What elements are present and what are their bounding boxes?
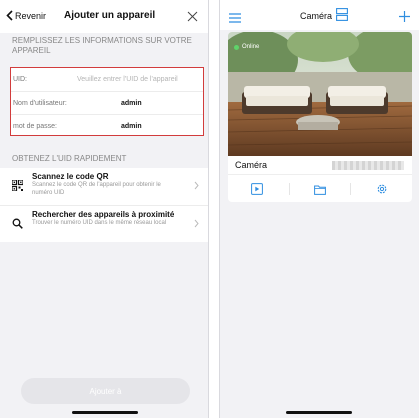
- camera-card[interactable]: Online Caméra: [228, 32, 412, 202]
- add-icon[interactable]: [399, 9, 410, 27]
- nav-bar: Revenir Ajouter un appareil: [0, 0, 208, 33]
- folder-icon[interactable]: [314, 182, 326, 200]
- search-nearby-item[interactable]: Rechercher des appareils à proximité Tro…: [0, 205, 208, 242]
- playback-icon[interactable]: [251, 182, 263, 200]
- camera-list-screen: Caméra Online Caméra: [219, 0, 419, 418]
- page-title: Caméra: [300, 11, 333, 21]
- add-device-button[interactable]: Ajouter à: [21, 378, 190, 404]
- username-label: Nom d'utilisateur:: [13, 100, 67, 107]
- close-icon: [187, 11, 198, 22]
- divider: [209, 0, 219, 418]
- back-button[interactable]: Revenir: [6, 10, 46, 21]
- username-value: admin: [121, 100, 142, 107]
- page-title: Ajouter un appareil: [64, 10, 156, 21]
- chevron-right-icon: [194, 181, 199, 190]
- search-nearby-subtitle: Trouver le numéro UID dans le même résea…: [32, 220, 167, 226]
- uid-placeholder: Veuillez entrer l'UID de l'appareil: [77, 76, 178, 83]
- username-field[interactable]: Nom d'utilisateur: admin: [11, 91, 203, 114]
- menu-icon[interactable]: [229, 10, 241, 28]
- chevron-right-icon: [194, 219, 199, 228]
- separator: [350, 183, 351, 195]
- online-dot: [234, 44, 239, 50]
- search-nearby-title: Rechercher des appareils à proximité: [32, 210, 175, 219]
- device-info-form: UID: Veuillez entrer l'UID de l'appareil…: [10, 67, 204, 136]
- scan-qr-item[interactable]: Scannez le code QR Scannez le code QR de…: [0, 168, 208, 205]
- nav-bar: Caméra: [220, 0, 419, 30]
- section-quick-uid: OBTENEZ L'UID RAPIDEMENT: [12, 154, 127, 163]
- camera-name: Caméra: [235, 160, 268, 170]
- qr-code-icon: [11, 178, 24, 196]
- camera-preview-image[interactable]: [228, 32, 412, 156]
- card-actions: [228, 174, 412, 202]
- home-indicator[interactable]: [72, 411, 138, 414]
- quick-uid-list: Scannez le code QR Scannez le code QR de…: [0, 168, 208, 242]
- online-status: Online: [234, 44, 259, 50]
- home-indicator[interactable]: [286, 411, 352, 414]
- section-fill-info: REMPLISSEZ LES INFORMATIONS SUR VOTRE AP…: [12, 36, 192, 55]
- layout-toggle-icon[interactable]: [336, 8, 348, 26]
- password-field[interactable]: mot de passe: admin: [11, 114, 203, 137]
- separator: [289, 183, 290, 195]
- scan-qr-subtitle: Scannez le code QR de l'appareil pour ob…: [32, 182, 161, 196]
- settings-icon[interactable]: [376, 182, 388, 200]
- password-value: admin: [121, 123, 142, 130]
- close-button[interactable]: [187, 9, 198, 27]
- redacted-uid: [332, 161, 404, 170]
- password-label: mot de passe:: [13, 123, 57, 130]
- add-device-screen: Revenir Ajouter un appareil REMPLISSEZ L…: [0, 0, 209, 418]
- scan-qr-title: Scannez le code QR: [32, 172, 109, 181]
- uid-label: UID:: [13, 76, 27, 83]
- online-status-label: Online: [242, 44, 260, 50]
- search-icon: [12, 216, 23, 234]
- back-label: Revenir: [15, 10, 47, 21]
- chevron-left-icon: [6, 10, 13, 21]
- uid-field[interactable]: UID: Veuillez entrer l'UID de l'appareil: [11, 68, 203, 91]
